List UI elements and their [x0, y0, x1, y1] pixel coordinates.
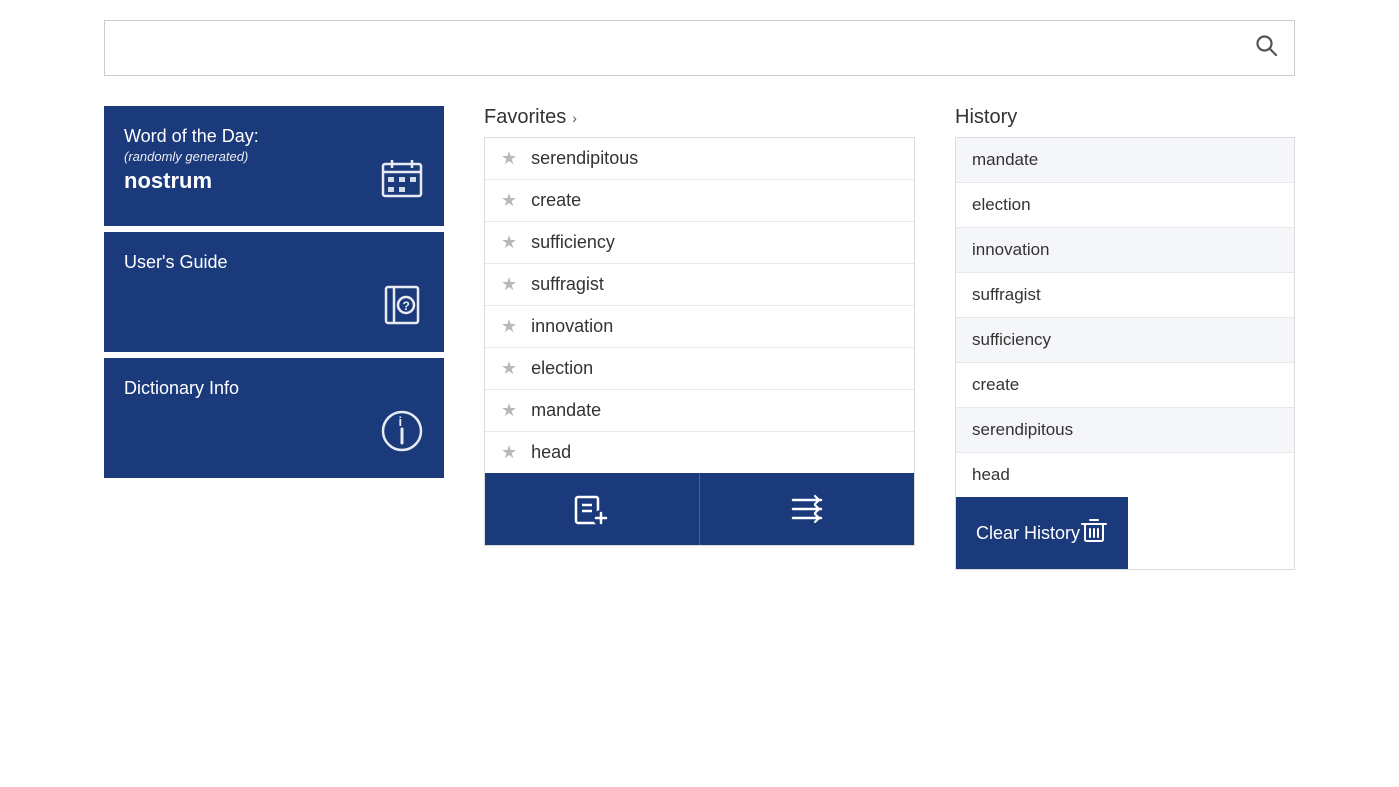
trash-icon: [1080, 516, 1108, 551]
clear-history-button[interactable]: Clear History: [956, 497, 1128, 569]
star-icon: ★: [501, 442, 517, 463]
fav-word: suffragist: [531, 274, 604, 295]
list-item[interactable]: ★ create: [485, 180, 914, 222]
fav-word: create: [531, 190, 581, 211]
history-word: innovation: [972, 240, 1050, 260]
add-favorite-button[interactable]: [485, 473, 700, 545]
history-word: serendipitous: [972, 420, 1073, 440]
search-button[interactable]: [1250, 29, 1282, 67]
svg-text:i: i: [399, 414, 403, 429]
search-bar: [104, 20, 1295, 76]
history-word: election: [972, 195, 1031, 215]
list-item[interactable]: ★ head: [485, 432, 914, 473]
list-item[interactable]: election: [956, 183, 1294, 228]
star-icon: ★: [501, 148, 517, 169]
fav-word: head: [531, 442, 571, 463]
history-word: suffragist: [972, 285, 1041, 305]
history-list: mandate election innovation suffragist suffi…: [955, 137, 1295, 570]
fav-word: election: [531, 358, 593, 379]
favorites-actions: [485, 473, 914, 545]
star-icon: ★: [501, 316, 517, 337]
manage-favorites-button[interactable]: [700, 473, 914, 545]
star-icon: ★: [501, 190, 517, 211]
favorites-section: Favorites › ★ serendipitous ★ create ★ suffic…: [484, 106, 915, 546]
list-item[interactable]: suffragist: [956, 273, 1294, 318]
dictionary-info-card[interactable]: Dictionary Info i: [104, 358, 444, 478]
word-of-day-word: nostrum: [124, 168, 424, 194]
list-item[interactable]: ★ serendipitous: [485, 138, 914, 180]
list-item[interactable]: innovation: [956, 228, 1294, 273]
svg-text:?: ?: [403, 299, 410, 313]
star-icon: ★: [501, 358, 517, 379]
list-item[interactable]: mandate: [956, 138, 1294, 183]
history-word: head: [972, 465, 1010, 485]
info-icon: i: [380, 409, 424, 462]
list-item[interactable]: create: [956, 363, 1294, 408]
list-item[interactable]: ★ innovation: [485, 306, 914, 348]
favorites-list: ★ serendipitous ★ create ★ sufficiency ★ suffra…: [484, 137, 915, 546]
main-layout: Word of the Day: (randomly generated) no…: [104, 106, 1295, 570]
star-icon: ★: [501, 400, 517, 421]
list-item[interactable]: serendipitous: [956, 408, 1294, 453]
word-of-day-title: Word of the Day:: [124, 126, 424, 147]
history-word: sufficiency: [972, 330, 1051, 350]
history-title: History: [955, 106, 1017, 129]
fav-word: mandate: [531, 400, 601, 421]
fav-word: innovation: [531, 316, 613, 337]
star-icon: ★: [501, 232, 517, 253]
history-word: mandate: [972, 150, 1038, 170]
dictionary-info-title: Dictionary Info: [124, 378, 424, 399]
users-guide-card[interactable]: User's Guide ?: [104, 232, 444, 352]
favorites-chevron: ›: [572, 110, 577, 126]
favorites-title: Favorites: [484, 106, 566, 129]
history-section: History mandate election innovation suffrag…: [955, 106, 1295, 570]
list-item[interactable]: head: [956, 453, 1294, 497]
clear-history-label: Clear History: [976, 523, 1080, 544]
favorites-list-items: ★ serendipitous ★ create ★ sufficiency ★ suffra…: [485, 138, 914, 473]
search-input[interactable]: [117, 38, 1250, 59]
list-item[interactable]: ★ mandate: [485, 390, 914, 432]
list-item[interactable]: ★ election: [485, 348, 914, 390]
star-icon: ★: [501, 274, 517, 295]
users-guide-title: User's Guide: [124, 252, 424, 273]
book-icon: ?: [380, 283, 424, 336]
history-header: History: [955, 106, 1295, 129]
history-word: create: [972, 375, 1019, 395]
list-item[interactable]: ★ sufficiency: [485, 222, 914, 264]
calendar-icon: [380, 157, 424, 210]
page-container: Word of the Day: (randomly generated) no…: [0, 0, 1399, 590]
word-of-day-subtitle: (randomly generated): [124, 149, 424, 164]
fav-word: serendipitous: [531, 148, 638, 169]
sidebar: Word of the Day: (randomly generated) no…: [104, 106, 444, 478]
fav-word: sufficiency: [531, 232, 615, 253]
history-list-items: mandate election innovation suffragist suffi…: [956, 138, 1294, 497]
list-item[interactable]: ★ suffragist: [485, 264, 914, 306]
word-of-day-card[interactable]: Word of the Day: (randomly generated) no…: [104, 106, 444, 226]
list-item[interactable]: sufficiency: [956, 318, 1294, 363]
favorites-header[interactable]: Favorites ›: [484, 106, 915, 129]
